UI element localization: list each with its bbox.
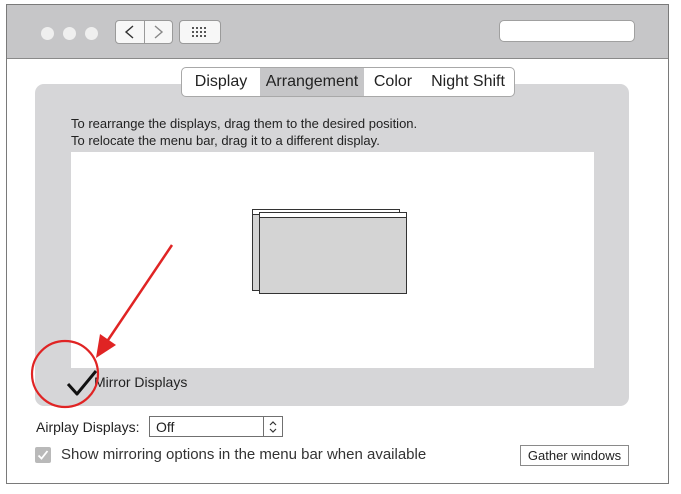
nav-group	[115, 20, 173, 44]
show-mirroring-label: Show mirroring options in the menu bar w…	[61, 446, 427, 463]
show-all-button[interactable]	[179, 20, 221, 44]
forward-button[interactable]	[143, 21, 173, 43]
tab-display[interactable]: Display	[182, 68, 260, 96]
tab-arrangement[interactable]: Arrangement	[260, 68, 364, 96]
airplay-displays-label: Airplay Displays:	[36, 419, 140, 435]
grid-icon	[192, 27, 206, 37]
gather-windows-button[interactable]: Gather windows	[520, 445, 629, 466]
checkmark-icon	[66, 370, 98, 396]
zoom-button[interactable]	[85, 27, 98, 40]
menu-bar[interactable]	[260, 213, 406, 218]
instruction-line-2: To relocate the menu bar, drag it to a d…	[71, 133, 380, 148]
minimize-button[interactable]	[63, 27, 76, 40]
close-button[interactable]	[41, 27, 54, 40]
back-button[interactable]	[116, 21, 144, 43]
airplay-selected-value: Off	[156, 418, 175, 435]
display-front[interactable]	[259, 212, 407, 294]
arrangement-area	[71, 152, 594, 368]
tab-night-shift[interactable]: Night Shift	[422, 68, 514, 96]
tab-color[interactable]: Color	[364, 68, 422, 96]
airplay-displays-select[interactable]: Off	[149, 416, 283, 437]
search-input[interactable]	[499, 20, 635, 42]
chevron-right-icon	[154, 25, 164, 39]
checkmark-icon	[37, 450, 49, 460]
up-down-stepper-icon[interactable]	[263, 417, 282, 436]
title-bar	[7, 5, 668, 59]
tab-bar: Display Arrangement Color Night Shift	[181, 67, 515, 97]
chevron-left-icon	[124, 25, 134, 39]
instruction-line-1: To rearrange the displays, drag them to …	[71, 116, 418, 131]
show-mirroring-checkbox[interactable]	[35, 447, 51, 463]
mirror-displays-label: Mirror Displays	[94, 374, 188, 390]
